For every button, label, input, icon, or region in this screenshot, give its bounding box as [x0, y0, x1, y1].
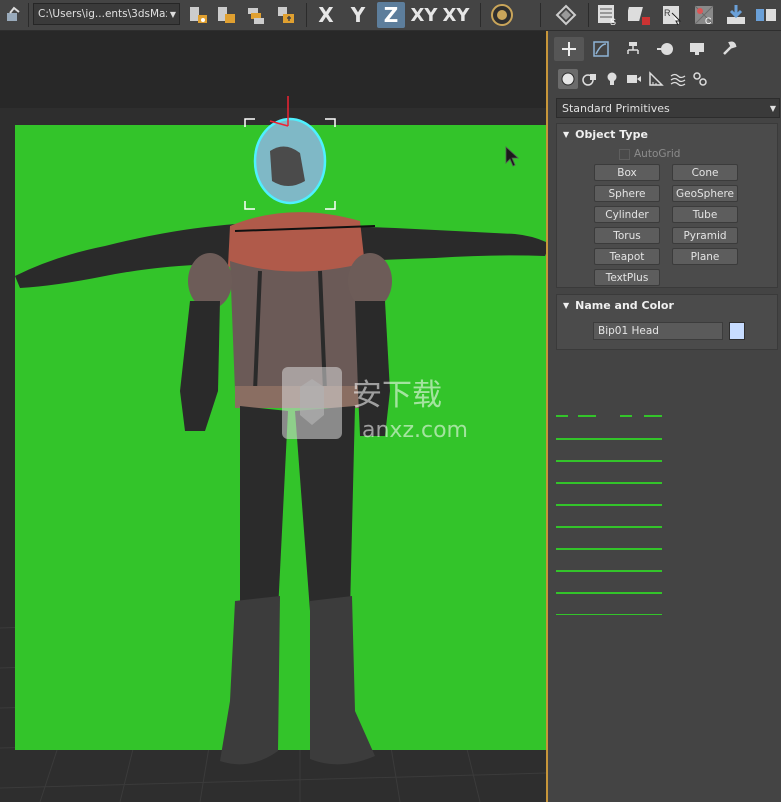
- render-setup-icon[interactable]: [628, 3, 652, 27]
- axis-constraint-xy-button[interactable]: XY: [409, 2, 439, 28]
- sphere-button[interactable]: Sphere: [594, 185, 660, 202]
- mouse-cursor-icon: [505, 146, 520, 167]
- backdrop-strip: [556, 415, 662, 615]
- render-shelf-icon[interactable]: [754, 3, 778, 27]
- display-tab[interactable]: [682, 37, 712, 61]
- project-path-label: C:\Users\ig...ents\3dsMax: [38, 8, 167, 20]
- helpers-tab[interactable]: [646, 69, 666, 89]
- lights-tab[interactable]: [602, 69, 622, 89]
- snap-icon[interactable]: [2, 3, 26, 27]
- tube-button[interactable]: Tube: [672, 206, 738, 223]
- autogrid-label: AutoGrid: [634, 148, 681, 160]
- cameras-icon: [627, 75, 641, 83]
- object-name-field[interactable]: Bip01 Head: [593, 322, 723, 340]
- material-editor-icon[interactable]: S: [596, 3, 620, 27]
- render-teapot-icon[interactable]: [490, 3, 514, 27]
- toolbar-separator: [306, 3, 307, 27]
- hierarchy-tab[interactable]: [618, 37, 648, 61]
- object-type-rollout-header[interactable]: ▼ Object Type: [557, 124, 777, 144]
- cameras-tab[interactable]: [624, 69, 644, 89]
- category-dropdown[interactable]: Standard Primitives ▼: [556, 98, 780, 118]
- command-panel-tabs: [552, 37, 781, 63]
- watermark-logo: 安下载 anxz.com: [282, 367, 468, 441]
- spacewarps-icon: [670, 73, 686, 87]
- autogrid-checkbox[interactable]: AutoGrid: [619, 148, 680, 160]
- collapse-triangle-icon: ▼: [563, 300, 570, 310]
- teapot-button[interactable]: Teapot: [594, 248, 660, 265]
- character-model[interactable]: [160, 91, 410, 791]
- axis-constraint-xy-flyout-button[interactable]: XY: [441, 2, 471, 28]
- motion-icon: [657, 43, 673, 55]
- hierarchy-icon: [627, 42, 639, 54]
- modify-tab[interactable]: [586, 37, 616, 61]
- shapes-icon: [582, 74, 596, 86]
- torus-button[interactable]: Torus: [594, 227, 660, 244]
- cylinder-button[interactable]: Cylinder: [594, 206, 660, 223]
- collapse-triangle-icon: ▼: [563, 129, 570, 139]
- toolbar-separator: [588, 3, 589, 27]
- box-button[interactable]: Box: [594, 164, 660, 181]
- chevron-down-icon: ▼: [169, 9, 177, 19]
- svg-text:S: S: [610, 17, 616, 27]
- create-tab[interactable]: [554, 37, 584, 61]
- isolate-selection-icon[interactable]: [554, 3, 578, 27]
- geosphere-button[interactable]: GeoSphere: [672, 185, 738, 202]
- modify-icon: [593, 41, 609, 57]
- layer-manager-icon[interactable]: [244, 3, 268, 27]
- object-type-title: Object Type: [575, 127, 648, 141]
- render-production-icon[interactable]: C: [692, 3, 716, 27]
- toolbar-separator: [540, 3, 541, 27]
- plane-button[interactable]: Plane: [672, 248, 738, 265]
- scene-explorer-icon[interactable]: [274, 3, 298, 27]
- geometry-tab[interactable]: [558, 69, 578, 89]
- toolbar-separator: [480, 3, 481, 27]
- textplus-button[interactable]: TextPlus: [594, 269, 660, 286]
- command-panel: Standard Primitives ▼ ▼ Object Type Auto…: [552, 31, 781, 802]
- lights-icon: [607, 72, 617, 85]
- systems-icon: [693, 72, 707, 86]
- render-frame-icon[interactable]: R: [660, 3, 684, 27]
- category-dropdown-value: Standard Primitives: [562, 101, 670, 115]
- watermark-domain: anxz.com: [362, 418, 468, 441]
- create-icon: [562, 42, 576, 56]
- object-color-swatch[interactable]: [729, 322, 745, 340]
- chevron-down-icon: ▼: [769, 103, 777, 113]
- main-toolbar: C:\Users\ig...ents\3dsMax ▼ X Y Z XY XY …: [0, 0, 781, 31]
- download-render-icon[interactable]: [724, 3, 748, 27]
- axis-constraint-x-button[interactable]: X: [314, 2, 338, 28]
- cone-button[interactable]: Cone: [672, 164, 738, 181]
- helpers-icon: [649, 71, 664, 86]
- utilities-icon: [723, 41, 737, 55]
- pyramid-button[interactable]: Pyramid: [672, 227, 738, 244]
- motion-tab[interactable]: [650, 37, 680, 61]
- shapes-tab[interactable]: [580, 69, 600, 89]
- spacewarps-tab[interactable]: [668, 69, 688, 89]
- axis-constraint-y-button[interactable]: Y: [346, 2, 370, 28]
- axis-constraint-z-button[interactable]: Z: [377, 2, 405, 28]
- perspective-viewport[interactable]: 安下载 anxz.com: [0, 31, 548, 802]
- name-and-color-title: Name and Color: [575, 298, 674, 312]
- svg-text:C: C: [705, 16, 712, 26]
- geometry-icon: [561, 72, 575, 86]
- systems-tab[interactable]: [690, 69, 710, 89]
- svg-text:R: R: [664, 8, 671, 18]
- project-path-dropdown[interactable]: C:\Users\ig...ents\3dsMax ▼: [33, 3, 180, 25]
- open-folder-icon[interactable]: [214, 3, 238, 27]
- toolbar-separator: [28, 3, 29, 27]
- display-icon: [690, 43, 704, 55]
- name-and-color-rollout-header[interactable]: ▼ Name and Color: [557, 295, 777, 315]
- checkbox-icon: [619, 148, 630, 160]
- watermark-text: 安下载: [352, 378, 442, 413]
- object-type-rollout: ▼ Object Type AutoGrid Box Cone Sphere G…: [556, 123, 778, 288]
- set-project-folder-icon[interactable]: [186, 3, 210, 27]
- name-and-color-rollout: ▼ Name and Color Bip01 Head: [556, 294, 778, 350]
- utilities-tab[interactable]: [714, 37, 744, 61]
- create-category-tabs: [552, 67, 781, 93]
